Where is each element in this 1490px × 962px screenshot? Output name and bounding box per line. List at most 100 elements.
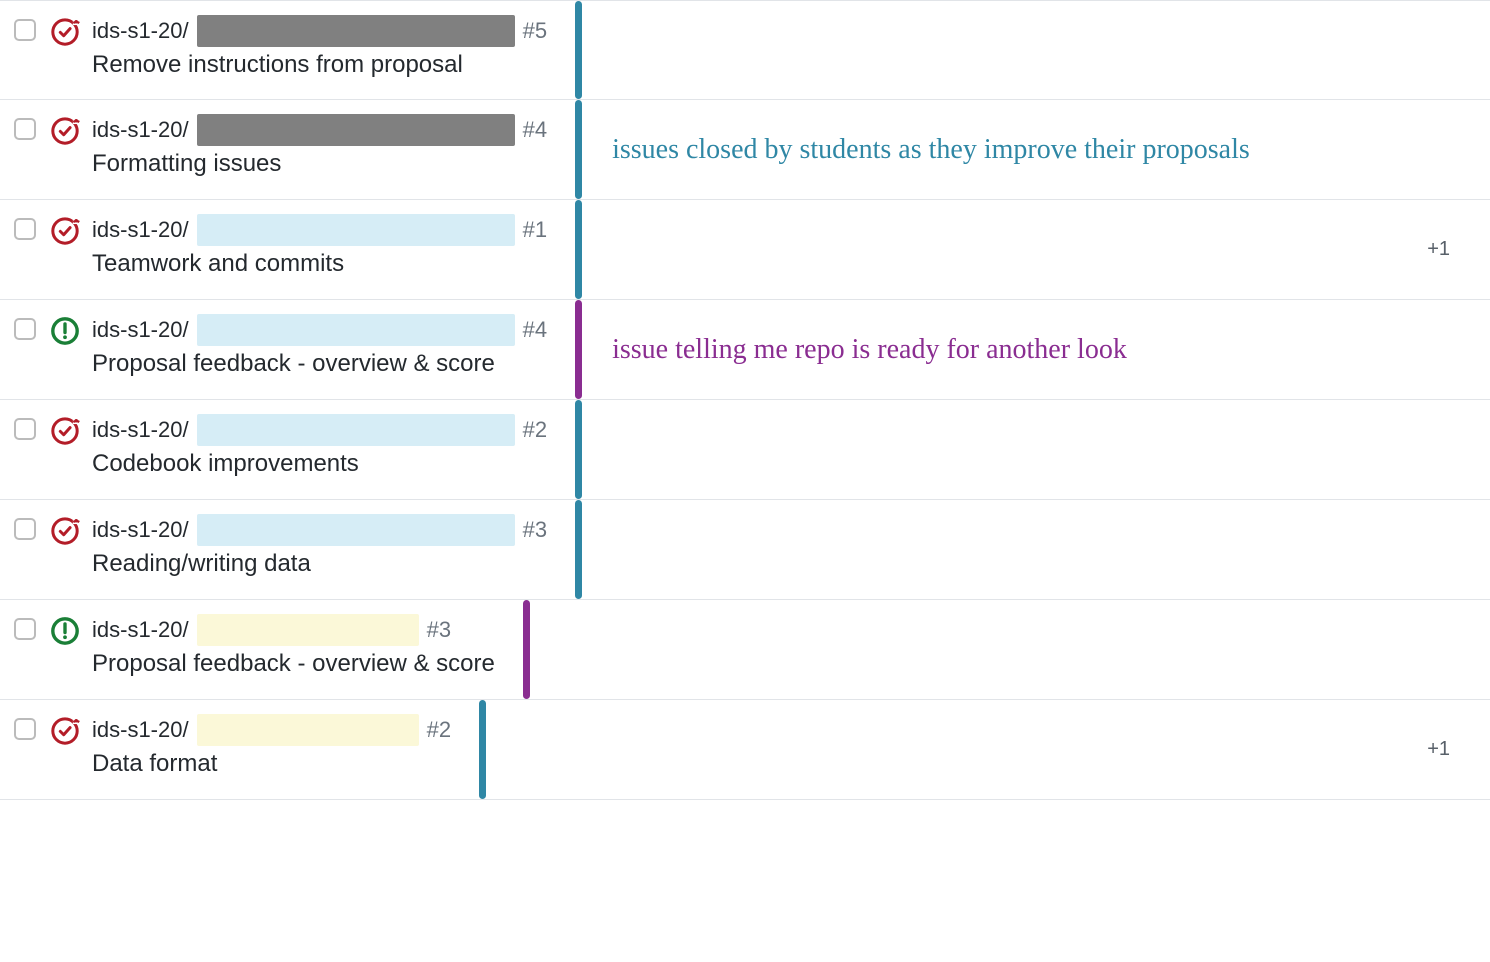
row-right bbox=[547, 514, 1480, 585]
row-right: issue telling me repo is ready for anoth… bbox=[547, 314, 1480, 385]
issue-repo-line: ids-s1-20/ #4 bbox=[92, 314, 547, 346]
issue-closed-icon bbox=[50, 416, 80, 446]
repo-prefix: ids-s1-20/ bbox=[92, 517, 189, 543]
marker-closed bbox=[575, 1, 582, 99]
issue-title[interactable]: Proposal feedback - overview & score bbox=[92, 650, 495, 678]
assignee-overflow-count[interactable]: +1 bbox=[1427, 238, 1480, 261]
marker-open bbox=[575, 300, 582, 399]
select-checkbox[interactable] bbox=[14, 118, 36, 140]
checkbox-wrap bbox=[10, 314, 50, 346]
checkbox-wrap bbox=[10, 714, 50, 746]
issue-open-icon bbox=[50, 616, 80, 646]
redacted-repo-name bbox=[197, 414, 515, 446]
issue-main: ids-s1-20/ #2 Codebook improvements bbox=[92, 414, 547, 478]
redacted-repo-name bbox=[197, 714, 419, 746]
issue-row[interactable]: ids-s1-20/ #2 Data format +1 bbox=[0, 700, 1490, 800]
repo-prefix: ids-s1-20/ bbox=[92, 117, 189, 143]
issue-title[interactable]: Remove instructions from proposal bbox=[92, 51, 547, 79]
issue-repo-line: ids-s1-20/ #2 bbox=[92, 714, 451, 746]
issue-repo-line: ids-s1-20/ #3 bbox=[92, 614, 495, 646]
issue-repo-line: ids-s1-20/ #2 bbox=[92, 414, 547, 446]
issue-row[interactable]: ids-s1-20/ #4 Formatting issues issues clos… bbox=[0, 100, 1490, 200]
select-checkbox[interactable] bbox=[14, 19, 36, 41]
issue-main: ids-s1-20/ #5 Remove instructions from pro… bbox=[92, 15, 547, 79]
assignee-overflow-count[interactable]: +1 bbox=[1427, 738, 1480, 761]
issue-number: #4 bbox=[523, 317, 547, 343]
issue-closed-icon bbox=[50, 116, 80, 146]
issue-number: #2 bbox=[523, 417, 547, 443]
row-right bbox=[547, 15, 1480, 85]
issue-repo-line: ids-s1-20/ #3 bbox=[92, 514, 547, 546]
issue-row[interactable]: ids-s1-20/ #1 Teamwork and commits +1 bbox=[0, 200, 1490, 300]
issue-closed-icon bbox=[50, 716, 80, 746]
redacted-repo-name bbox=[197, 15, 515, 47]
redacted-repo-name bbox=[197, 114, 515, 146]
marker-closed bbox=[575, 400, 582, 499]
select-checkbox[interactable] bbox=[14, 218, 36, 240]
issue-title[interactable]: Teamwork and commits bbox=[92, 250, 547, 278]
issue-row[interactable]: ids-s1-20/ #4 Proposal feedback - overview… bbox=[0, 300, 1490, 400]
select-checkbox[interactable] bbox=[14, 518, 36, 540]
checkbox-wrap bbox=[10, 514, 50, 546]
checkbox-wrap bbox=[10, 214, 50, 246]
issue-row[interactable]: ids-s1-20/ #2 Codebook improvements bbox=[0, 400, 1490, 500]
issue-closed-icon bbox=[50, 516, 80, 546]
issue-title[interactable]: Formatting issues bbox=[92, 150, 547, 178]
issue-number: #3 bbox=[427, 617, 451, 643]
issue-number: #2 bbox=[427, 717, 451, 743]
marker-closed bbox=[575, 200, 582, 299]
select-checkbox[interactable] bbox=[14, 618, 36, 640]
marker-closed bbox=[575, 500, 582, 599]
repo-prefix: ids-s1-20/ bbox=[92, 717, 189, 743]
issue-main: ids-s1-20/ #4 Proposal feedback - overview… bbox=[92, 314, 547, 378]
row-right bbox=[495, 614, 1480, 685]
issue-row[interactable]: ids-s1-20/ #3 Proposal feedback - overview… bbox=[0, 600, 1490, 700]
issue-title[interactable]: Reading/writing data bbox=[92, 550, 547, 578]
issue-repo-line: ids-s1-20/ #5 bbox=[92, 15, 547, 47]
redacted-repo-name bbox=[197, 614, 419, 646]
issue-repo-line: ids-s1-20/ #1 bbox=[92, 214, 547, 246]
repo-prefix: ids-s1-20/ bbox=[92, 18, 189, 44]
marker-closed bbox=[479, 700, 486, 799]
issue-title[interactable]: Proposal feedback - overview & score bbox=[92, 350, 547, 378]
redacted-repo-name bbox=[197, 314, 515, 346]
issue-closed-icon bbox=[50, 17, 80, 47]
issue-number: #3 bbox=[523, 517, 547, 543]
redacted-repo-name bbox=[197, 214, 515, 246]
row-right: +1 bbox=[451, 714, 1480, 785]
issue-main: ids-s1-20/ #1 Teamwork and commits bbox=[92, 214, 547, 278]
checkbox-wrap bbox=[10, 15, 50, 47]
issue-number: #5 bbox=[523, 18, 547, 44]
issue-repo-line: ids-s1-20/ #4 bbox=[92, 114, 547, 146]
issue-number: #4 bbox=[523, 117, 547, 143]
select-checkbox[interactable] bbox=[14, 718, 36, 740]
repo-prefix: ids-s1-20/ bbox=[92, 317, 189, 343]
repo-prefix: ids-s1-20/ bbox=[92, 217, 189, 243]
row-right bbox=[547, 414, 1480, 485]
issue-title[interactable]: Data format bbox=[92, 750, 451, 778]
select-checkbox[interactable] bbox=[14, 418, 36, 440]
repo-prefix: ids-s1-20/ bbox=[92, 417, 189, 443]
marker-open bbox=[523, 600, 530, 699]
issue-number: #1 bbox=[523, 217, 547, 243]
issue-title[interactable]: Codebook improvements bbox=[92, 450, 547, 478]
issue-main: ids-s1-20/ #3 Reading/writing data bbox=[92, 514, 547, 578]
row-right: +1 bbox=[547, 214, 1480, 285]
issue-row[interactable]: ids-s1-20/ #3 Reading/writing data bbox=[0, 500, 1490, 600]
issue-main: ids-s1-20/ #2 Data format bbox=[92, 714, 451, 778]
issue-list: ids-s1-20/ #5 Remove instructions from pro… bbox=[0, 0, 1490, 800]
marker-closed bbox=[575, 100, 582, 199]
issue-main: ids-s1-20/ #4 Formatting issues bbox=[92, 114, 547, 178]
select-checkbox[interactable] bbox=[14, 318, 36, 340]
annotation-closed: issues closed by students as they improv… bbox=[612, 131, 1250, 169]
redacted-repo-name bbox=[197, 514, 515, 546]
row-right: issues closed by students as they improv… bbox=[547, 114, 1480, 185]
checkbox-wrap bbox=[10, 114, 50, 146]
checkbox-wrap bbox=[10, 614, 50, 646]
issue-open-icon bbox=[50, 316, 80, 346]
checkbox-wrap bbox=[10, 414, 50, 446]
issue-closed-icon bbox=[50, 216, 80, 246]
issue-row[interactable]: ids-s1-20/ #5 Remove instructions from pro… bbox=[0, 0, 1490, 100]
repo-prefix: ids-s1-20/ bbox=[92, 617, 189, 643]
annotation-open: issue telling me repo is ready for anoth… bbox=[612, 331, 1127, 369]
